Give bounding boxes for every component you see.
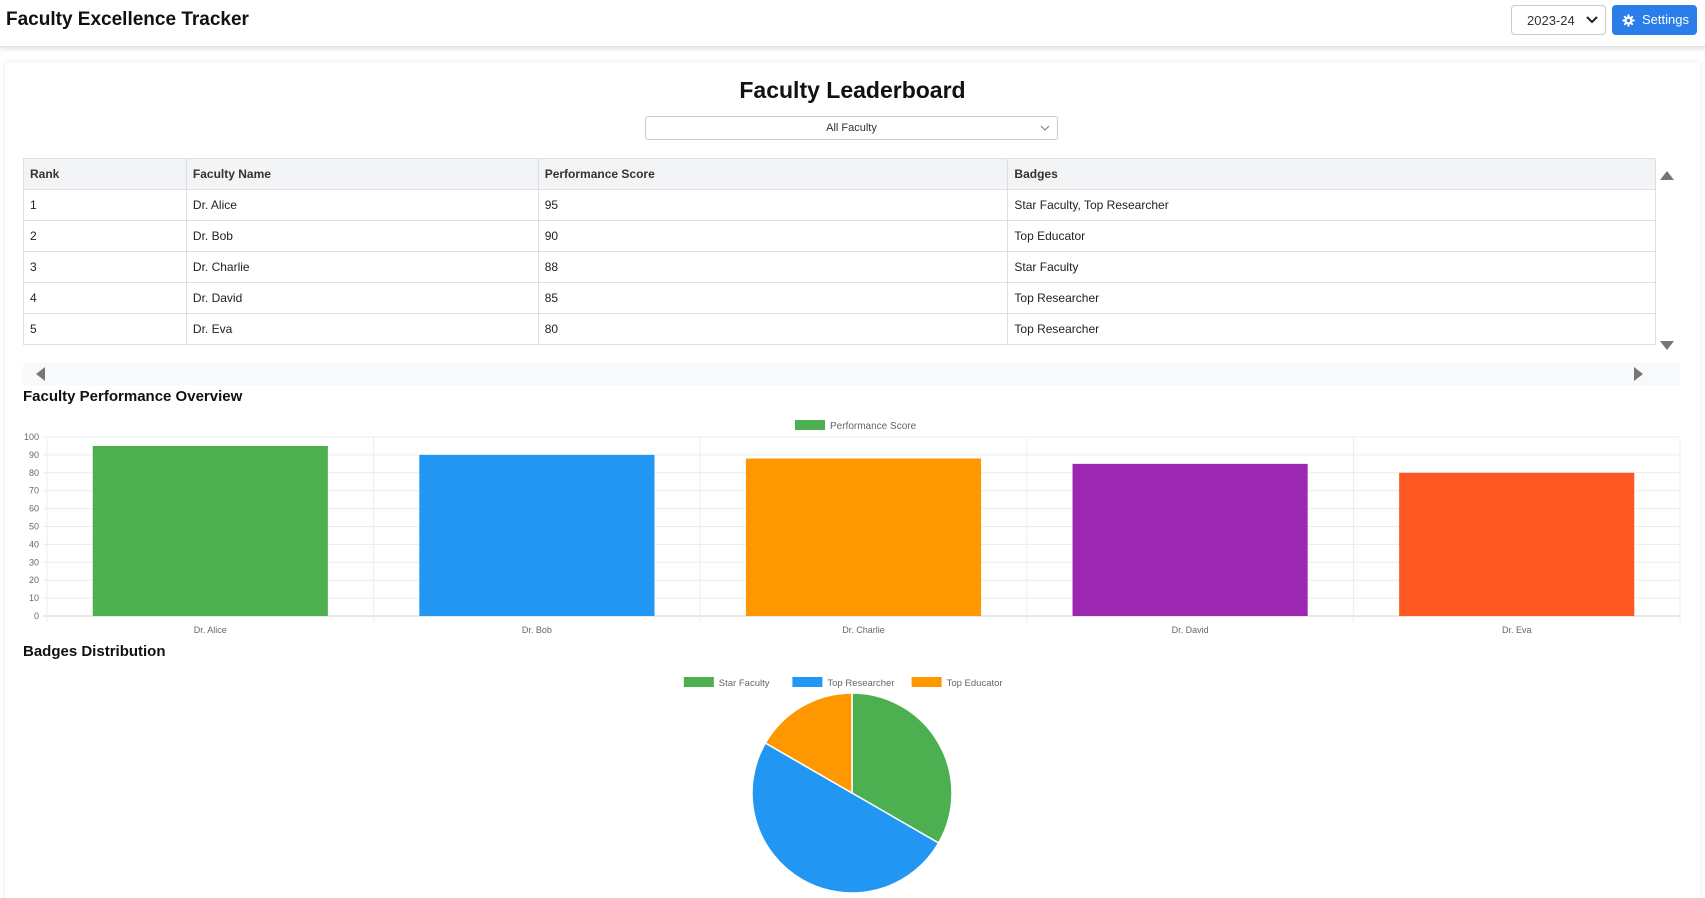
column-header-faculty-name[interactable]: Faculty Name <box>185 158 539 190</box>
app-title: Faculty Excellence Tracker <box>6 9 249 30</box>
rank-cell: 4 <box>23 282 187 314</box>
bar-dr-bob[interactable] <box>419 454 655 616</box>
chevron-down-icon <box>1040 125 1050 131</box>
score-cell: 80 <box>537 313 1009 345</box>
table-horizontal-scrollbar[interactable] <box>23 363 1680 385</box>
score-cell: 90 <box>537 220 1009 252</box>
bar-dr-charlie[interactable] <box>745 458 982 616</box>
faculty-filter-select[interactable]: All Faculty <box>645 116 1058 140</box>
rank-cell: 1 <box>23 189 187 221</box>
score-cell: 95 <box>537 189 1009 221</box>
legend-swatch <box>795 420 825 430</box>
legend-label: Top Researcher <box>827 678 894 689</box>
table-row: 4 Dr. David 85 Top Researcher <box>23 282 1656 314</box>
x-tick-label: Dr. Charlie <box>842 625 885 635</box>
x-tick-label: Dr. Bob <box>522 625 552 635</box>
table-row: 2 Dr. Bob 90 Top Educator <box>23 220 1656 252</box>
scroll-up-arrow-icon[interactable] <box>1660 171 1674 180</box>
column-header-performance-score[interactable]: Performance Score <box>537 158 1009 190</box>
leaderboard-table-container: Rank Faculty Name Performance Score Badg… <box>23 158 1656 345</box>
table-header-row: Rank Faculty Name Performance Score Badg… <box>23 158 1656 190</box>
legend-swatch <box>911 677 942 687</box>
legend-label: Star Faculty <box>719 678 770 689</box>
badges-section-title: Badges Distribution <box>23 643 166 660</box>
faculty-name-cell: Dr. Charlie <box>185 251 539 283</box>
x-tick-label: Dr. David <box>1172 625 1209 635</box>
legend-swatch <box>683 677 714 687</box>
table-row: 5 Dr. Eva 80 Top Researcher <box>23 313 1656 345</box>
settings-button-label: Settings <box>1642 12 1689 27</box>
rank-cell: 5 <box>23 313 187 345</box>
badges-cell: Star Faculty, Top Researcher <box>1007 189 1656 221</box>
y-tick-label: 30 <box>29 557 39 567</box>
y-tick-label: 70 <box>29 486 39 496</box>
top-bar: Faculty Excellence Tracker 2023-24 Setti… <box>0 0 1705 47</box>
year-select[interactable]: 2023-24 <box>1511 5 1606 35</box>
leaderboard-title: Faculty Leaderboard <box>739 77 966 103</box>
legend-swatch <box>792 677 823 687</box>
badges-cell: Top Researcher <box>1007 313 1656 345</box>
badges-cell: Top Researcher <box>1007 282 1656 314</box>
y-tick-label: 0 <box>34 611 39 621</box>
y-tick-label: 100 <box>24 432 39 442</box>
x-tick-label: Dr. Alice <box>194 625 227 635</box>
chevron-down-icon <box>1586 16 1598 24</box>
settings-button[interactable]: Settings <box>1612 5 1697 35</box>
rank-cell: 3 <box>23 251 187 283</box>
score-cell: 85 <box>537 282 1009 314</box>
y-tick-label: 10 <box>29 593 39 603</box>
y-tick-label: 50 <box>29 522 39 532</box>
year-select-value: 2023-24 <box>1527 13 1575 28</box>
faculty-name-cell: Dr. David <box>185 282 539 314</box>
faculty-name-cell: Dr. Eva <box>185 313 539 345</box>
bar-dr-alice[interactable] <box>92 445 328 616</box>
faculty-filter-value: All Faculty <box>826 122 877 134</box>
legend-label: Top Educator <box>947 678 1003 689</box>
y-tick-label: 40 <box>29 539 39 549</box>
y-tick-label: 20 <box>29 575 39 585</box>
score-cell: 88 <box>537 251 1009 283</box>
table-row: 1 Dr. Alice 95 Star Faculty, Top Researc… <box>23 189 1656 221</box>
bar-dr-eva[interactable] <box>1399 472 1635 616</box>
leaderboard-table: Rank Faculty Name Performance Score Badg… <box>23 158 1656 345</box>
scroll-down-arrow-icon[interactable] <box>1660 341 1674 350</box>
x-tick-label: Dr. Eva <box>1502 625 1532 635</box>
y-tick-label: 80 <box>29 468 39 478</box>
badges-cell: Top Educator <box>1007 220 1656 252</box>
scroll-right-arrow-icon[interactable] <box>1634 367 1643 381</box>
legend-label: Performance Score <box>830 421 917 432</box>
faculty-name-cell: Dr. Bob <box>185 220 539 252</box>
table-vertical-scrollbar[interactable] <box>1656 158 1678 356</box>
bar-dr-david[interactable] <box>1072 463 1308 616</box>
badges-cell: Star Faculty <box>1007 251 1656 283</box>
y-tick-label: 90 <box>29 450 39 460</box>
performance-section-title: Faculty Performance Overview <box>23 388 243 405</box>
rank-cell: 2 <box>23 220 187 252</box>
faculty-name-cell: Dr. Alice <box>185 189 539 221</box>
scroll-left-arrow-icon[interactable] <box>36 367 45 381</box>
performance-bar-chart: Performance Score 0 10 20 30 40 50 60 70 80 90 100… <box>24 420 1681 635</box>
column-header-badges[interactable]: Badges <box>1007 158 1656 190</box>
column-header-rank[interactable]: Rank <box>23 158 187 190</box>
table-row: 3 Dr. Charlie 88 Star Faculty <box>23 251 1656 283</box>
badges-pie-chart: Star Faculty Top Researcher Top Educator <box>683 677 1003 894</box>
gear-icon <box>1622 14 1635 27</box>
y-tick-label: 60 <box>29 504 39 514</box>
